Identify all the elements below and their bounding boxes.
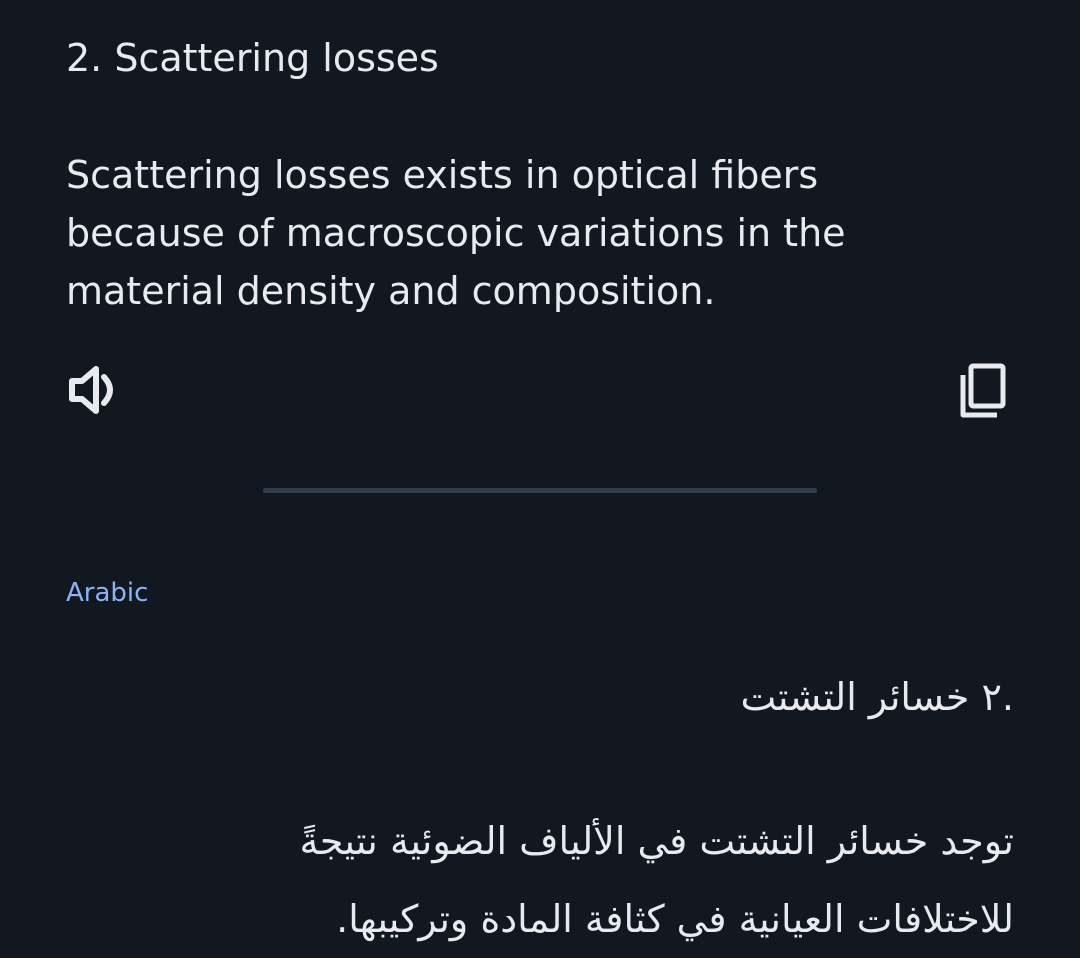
divider bbox=[263, 488, 817, 493]
volume-up-icon bbox=[69, 366, 113, 414]
source-heading: 2. Scattering losses bbox=[66, 36, 439, 80]
source-text-line: Scattering losses exists in optical fibe… bbox=[66, 153, 819, 197]
copy-icon bbox=[960, 363, 1006, 418]
translated-text-line: للاختلافات العيانية في كثافة المادة وترك… bbox=[336, 897, 1014, 941]
source-text-line: material density and composition. bbox=[66, 269, 716, 313]
source-text-line: because of macroscopic variations in the bbox=[66, 211, 846, 255]
target-language-label: Arabic bbox=[66, 578, 149, 608]
translated-text-line: توجد خسائر التشتت في الألياف الضوئية نتي… bbox=[299, 819, 1014, 863]
listen-button[interactable] bbox=[62, 360, 126, 420]
source-text: Scattering losses exists in optical fibe… bbox=[66, 146, 996, 320]
translated-text: توجد خسائر التشتت في الألياف الضوئية نتي… bbox=[54, 802, 1014, 958]
copy-button[interactable] bbox=[950, 356, 1016, 426]
translated-heading: .٢ خسائر التشتت bbox=[740, 675, 1014, 719]
